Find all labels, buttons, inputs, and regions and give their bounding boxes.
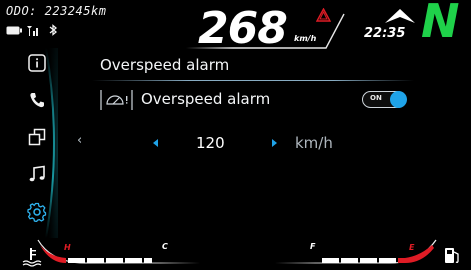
fuel-gauge-segment	[360, 258, 377, 263]
page-title: Overspeed alarm	[100, 56, 230, 74]
fuel-gauge-segment	[379, 258, 396, 263]
temp-gauge-segment	[144, 258, 152, 263]
fuel-gauge-red-zone	[398, 245, 434, 263]
back-chevron-icon[interactable]: ‹	[77, 133, 82, 148]
phone-icon	[30, 93, 44, 108]
speedometer-alarm-icon	[100, 90, 133, 110]
overspeed-alarm-row[interactable]: Overspeed alarm ON	[100, 86, 410, 116]
increase-arrow-icon[interactable]	[271, 139, 277, 147]
windows-icon	[28, 128, 46, 146]
dashboard-screen: ODO: 223245km 268 km/h 22:35 N Overspeed…	[0, 0, 471, 270]
sidebar-item-info[interactable]	[24, 50, 50, 76]
temp-gauge-cold-label: C	[162, 242, 168, 251]
status-icons	[6, 24, 58, 36]
fuel-gauge-segment	[322, 258, 339, 263]
temp-gauge-segment	[87, 258, 104, 263]
title-divider	[92, 80, 414, 81]
navigation-arrow-icon	[385, 9, 415, 23]
fuel-gauge-full-label: F	[310, 242, 316, 251]
clock: 22:35	[364, 26, 406, 41]
temp-gauge-segment	[125, 258, 142, 263]
fuel-gauge-segment	[341, 258, 358, 263]
odometer: ODO: 223245km	[6, 4, 107, 18]
speed-unit: km/h	[294, 34, 317, 43]
sidebar-item-windows[interactable]	[24, 124, 50, 150]
overspeed-alarm-toggle[interactable]: ON	[362, 91, 407, 109]
warning-icon	[316, 8, 331, 22]
overspeed-threshold-unit: km/h	[295, 134, 333, 152]
settings-icon	[27, 202, 47, 222]
battery-icon	[6, 26, 22, 34]
signal-icon	[27, 25, 38, 36]
music-icon	[29, 165, 45, 182]
gear-indicator: N	[421, 0, 460, 48]
temp-gauge-segment	[68, 258, 85, 263]
sidebar	[0, 48, 58, 238]
fuel-pump-icon	[445, 248, 459, 263]
sidebar-item-music[interactable]	[24, 161, 50, 187]
temp-gauge-hot-label: H	[64, 243, 71, 252]
overspeed-threshold-value: 120	[196, 134, 225, 152]
coolant-temperature-icon	[22, 248, 42, 267]
overspeed-alarm-label: Overspeed alarm	[141, 90, 271, 108]
fuel-gauge-empty-label: E	[409, 243, 415, 252]
speed-value: 268	[198, 3, 288, 54]
toggle-state-text: ON	[370, 94, 382, 102]
bluetooth-icon	[49, 24, 58, 36]
toggle-knob	[390, 91, 407, 108]
info-icon	[28, 54, 46, 72]
sidebar-item-settings[interactable]	[24, 199, 50, 225]
decrease-arrow-icon[interactable]	[153, 139, 159, 147]
temp-gauge-segment	[106, 258, 123, 263]
sidebar-item-phone[interactable]	[24, 87, 50, 113]
